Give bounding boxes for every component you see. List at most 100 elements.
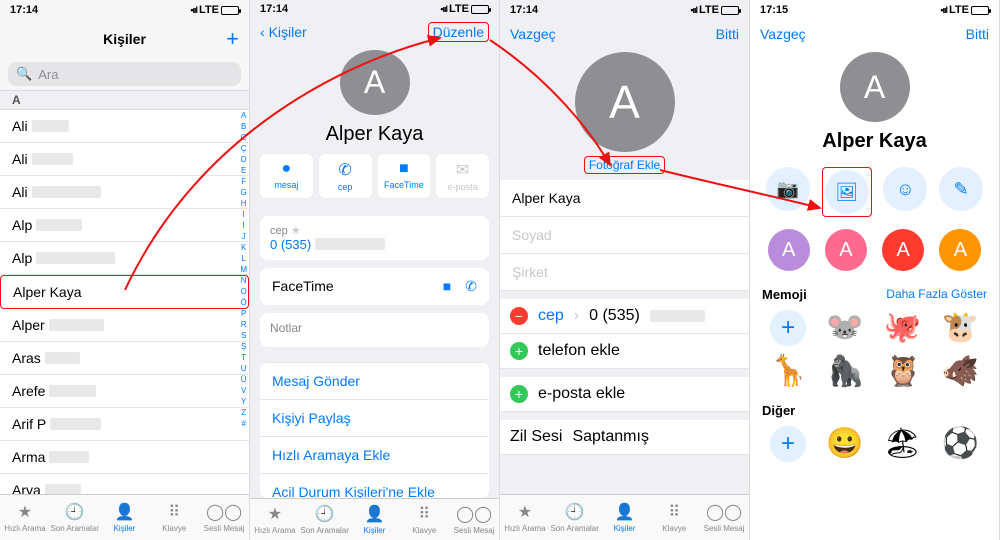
search-input[interactable]: 🔍 Ara — [8, 62, 241, 86]
facetime-video-icon[interactable]: ■ — [443, 278, 451, 295]
add-icon[interactable]: + — [510, 342, 528, 360]
add-email-label: e-posta ekle — [538, 385, 625, 403]
pencil-button[interactable]: ✎ — [939, 167, 983, 211]
tab-sesli-mesaj[interactable]: ◯◯Sesli Mesaj — [699, 495, 749, 540]
notes-card[interactable]: Notlar — [260, 313, 489, 347]
done-button[interactable]: Bitti — [929, 26, 989, 42]
ringtone-value: Saptanmış — [572, 428, 648, 446]
color-option[interactable]: A — [939, 229, 981, 271]
first-name-input[interactable]: Alper Kaya — [500, 180, 749, 217]
contact-row[interactable]: Arif P — [0, 408, 249, 441]
phone-value[interactable]: 0 (535) — [589, 307, 640, 325]
tab-kişiler[interactable]: 👤Kişiler — [100, 495, 150, 540]
phone-type[interactable]: cep — [538, 307, 564, 325]
facetime-audio-icon[interactable]: ✆ — [465, 278, 477, 295]
add-email-row[interactable]: + e-posta ekle — [500, 377, 749, 412]
tab-hızlı-arama[interactable]: ★Hızlı Arama — [0, 495, 50, 540]
add-icon[interactable]: + — [510, 385, 528, 403]
contact-row[interactable]: Ali — [0, 110, 249, 143]
phone-row[interactable]: − cep› 0 (535) — [500, 299, 749, 334]
tab-kişiler[interactable]: 👤Kişiler — [600, 495, 650, 540]
contact-row[interactable]: Ali — [0, 176, 249, 209]
add-memoji-button[interactable]: + — [770, 426, 806, 462]
add-phone-row[interactable]: + telefon ekle — [500, 334, 749, 369]
back-button[interactable]: ‹ Kişiler — [260, 24, 320, 40]
link-row[interactable]: Acil Durum Kişileri'ne Ekle — [260, 473, 489, 498]
tab-klavye[interactable]: ⠿Klavye — [399, 499, 449, 540]
phone-card[interactable]: cep ★ 0 (535) — [260, 216, 489, 260]
camera-button[interactable]: 📷 — [766, 167, 810, 211]
contact-row[interactable]: Alper Kaya — [0, 275, 249, 309]
tab-icon: 🕘 — [315, 504, 335, 524]
battery-icon — [471, 5, 489, 14]
memoji-option[interactable]: 🐙 — [884, 310, 921, 346]
contact-row[interactable]: Alper — [0, 309, 249, 342]
tab-son-aramalar[interactable]: 🕘Son Aramalar — [50, 495, 100, 540]
tab-sesli-mesaj[interactable]: ◯◯Sesli Mesaj — [199, 495, 249, 540]
link-row[interactable]: Mesaj Gönder — [260, 362, 489, 399]
contact-row[interactable]: Arya — [0, 474, 249, 494]
contact-avatar[interactable]: A — [575, 52, 675, 152]
memoji-option[interactable]: 😀 — [826, 426, 863, 462]
memoji-option[interactable]: 🐮 — [941, 310, 978, 346]
tab-label: Klavye — [162, 524, 186, 533]
tab-label: Sesli Mesaj — [454, 526, 495, 535]
contact-row[interactable]: Arefe — [0, 375, 249, 408]
memoji-option[interactable]: 🐭 — [826, 310, 863, 346]
add-photo-button[interactable]: Fotoğraf Ekle — [584, 156, 665, 174]
photos-button[interactable]: 🖼 — [825, 170, 869, 214]
color-option[interactable]: A — [825, 229, 867, 271]
delete-icon[interactable]: − — [510, 307, 528, 325]
other-title: Diğer — [762, 403, 795, 418]
facetime-row[interactable]: FaceTime ■ ✆ — [260, 268, 489, 305]
cancel-button[interactable]: Vazgeç — [760, 26, 820, 42]
color-option[interactable]: A — [882, 229, 924, 271]
color-option[interactable]: A — [768, 229, 810, 271]
facetime-label: FaceTime — [272, 278, 334, 294]
tab-klavye[interactable]: ⠿Klavye — [649, 495, 699, 540]
ringtone-row[interactable]: Zil Sesi Saptanmış — [500, 420, 749, 455]
contact-avatar[interactable]: A — [840, 52, 910, 122]
memoji-option[interactable]: 🦍 — [827, 354, 864, 389]
tab-sesli-mesaj[interactable]: ◯◯Sesli Mesaj — [449, 499, 499, 540]
tab-son-aramalar[interactable]: 🕘Son Aramalar — [550, 495, 600, 540]
contact-row[interactable]: Aras — [0, 342, 249, 375]
tab-label: Sesli Mesaj — [704, 524, 745, 533]
action-cep[interactable]: ✆cep — [319, 154, 372, 198]
cancel-button[interactable]: Vazgeç — [510, 26, 570, 42]
link-row[interactable]: Hızlı Aramaya Ekle — [260, 436, 489, 473]
tab-hızlı-arama[interactable]: ★Hızlı Arama — [500, 495, 550, 540]
status-bar: 17:14 •ıılLTE — [0, 0, 249, 20]
contact-row[interactable]: Arma — [0, 441, 249, 474]
contact-name: Alper Kaya — [250, 119, 499, 154]
add-memoji-button[interactable]: + — [770, 310, 806, 346]
add-contact-button[interactable]: + — [179, 26, 239, 52]
tab-label: Kişiler — [614, 524, 636, 533]
show-more-button[interactable]: Daha Fazla Göster — [886, 287, 987, 302]
emoji-button[interactable]: ☺ — [883, 167, 927, 211]
contact-row[interactable]: Alp — [0, 209, 249, 242]
tab-hızlı-arama[interactable]: ★Hızlı Arama — [250, 499, 300, 540]
memoji-title: Memoji — [762, 287, 807, 302]
edit-button[interactable]: Düzenle — [428, 22, 489, 42]
index-bar[interactable]: ABCÇDEFGHIİJKLMNOÖPRSŞTUÜVYZ# — [240, 110, 247, 429]
memoji-option[interactable]: 🦉 — [884, 354, 921, 389]
memoji-option[interactable]: 🦒 — [770, 354, 807, 389]
action-label: FaceTime — [384, 180, 424, 190]
tab-kişiler[interactable]: 👤Kişiler — [350, 499, 400, 540]
memoji-option[interactable]: 🏖 — [883, 426, 921, 462]
contact-row[interactable]: Alp — [0, 242, 249, 275]
done-button[interactable]: Bitti — [679, 26, 739, 42]
last-name-input[interactable]: Soyad — [500, 217, 749, 254]
memoji-option[interactable]: ⚽ — [942, 426, 979, 462]
tab-son-aramalar[interactable]: 🕘Son Aramalar — [300, 499, 350, 540]
action-FaceTime[interactable]: ■FaceTime — [378, 154, 431, 198]
tab-klavye[interactable]: ⠿Klavye — [149, 495, 199, 540]
battery-icon — [221, 6, 239, 15]
memoji-option[interactable]: 🐗 — [942, 354, 979, 389]
company-input[interactable]: Şirket — [500, 254, 749, 291]
action-mesaj[interactable]: ●mesaj — [260, 154, 313, 198]
contact-row[interactable]: Ali — [0, 143, 249, 176]
search-placeholder: Ara — [38, 67, 58, 82]
link-row[interactable]: Kişiyi Paylaş — [260, 399, 489, 436]
